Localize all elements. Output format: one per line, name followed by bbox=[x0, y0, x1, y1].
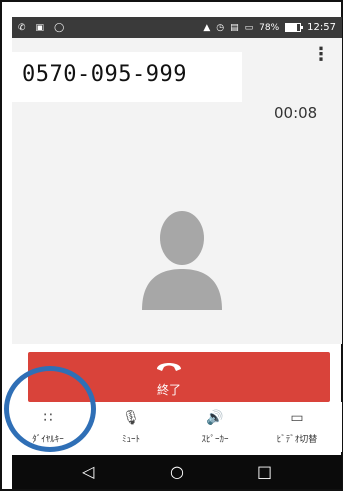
alarm-icon: ◷ bbox=[216, 22, 225, 33]
phone-icon: ✆ bbox=[18, 22, 26, 33]
shield-icon: ◯ bbox=[54, 22, 65, 33]
speaker-label: ｽﾋﾟｰｶｰ bbox=[201, 435, 229, 445]
speaker-icon: 🔊 bbox=[206, 410, 224, 426]
battery-percent: 78% bbox=[259, 22, 280, 33]
video-icon: ▭ bbox=[290, 410, 304, 426]
phone-number: 0570-095-999 bbox=[22, 62, 187, 87]
mic-off-icon: 🎙 bbox=[122, 410, 140, 426]
mute-button[interactable]: 🎙 ﾐｭｰﾄ bbox=[96, 410, 166, 445]
highlight-circle bbox=[4, 366, 96, 452]
video-button[interactable]: ▭ ﾋﾞﾃﾞｵ切替 bbox=[262, 410, 332, 445]
avatar bbox=[142, 211, 222, 310]
back-button[interactable]: ◁ bbox=[82, 462, 94, 481]
lte-icon: ▤ bbox=[230, 22, 239, 33]
video-label: ﾋﾞﾃﾞｵ切替 bbox=[276, 435, 318, 445]
call-timer: 00:08 bbox=[274, 104, 318, 122]
mute-label: ﾐｭｰﾄ bbox=[121, 435, 140, 445]
end-call-label: 終了 bbox=[157, 383, 182, 397]
home-button[interactable]: ○ bbox=[170, 462, 184, 481]
speaker-button[interactable]: 🔊 ｽﾋﾟｰｶｰ bbox=[180, 410, 250, 445]
signal-icon: ▲ bbox=[203, 22, 211, 33]
photo-icon: ▣ bbox=[35, 22, 45, 33]
recents-button[interactable]: □ bbox=[257, 462, 272, 481]
more-vert-icon[interactable]: ⋮ bbox=[312, 46, 330, 64]
status-time: 12:57 bbox=[307, 22, 336, 33]
battery-icon bbox=[285, 23, 304, 32]
cell-signal-icon: ▭ bbox=[244, 22, 254, 33]
status-bar: ✆ ▣ ◯ ▲ ◷ ▤ ▭ 78% 12:57 bbox=[12, 17, 342, 38]
hang-up-icon bbox=[157, 363, 181, 371]
